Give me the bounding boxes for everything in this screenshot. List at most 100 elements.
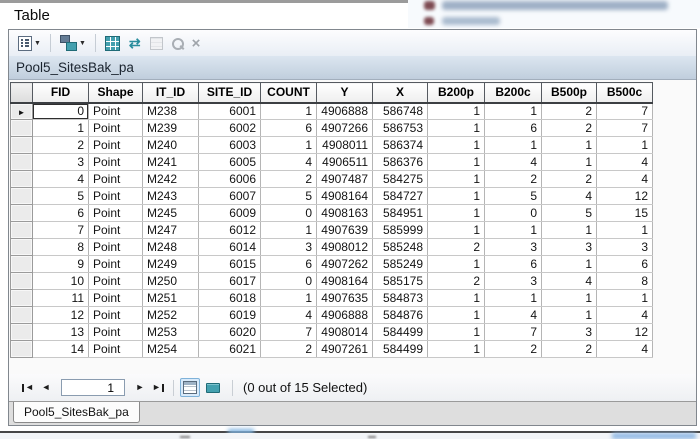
column-header-b500p[interactable]: B500p bbox=[541, 82, 597, 104]
cell[interactable]: 4 bbox=[260, 153, 317, 171]
cell[interactable]: Point bbox=[88, 119, 143, 137]
cell[interactable]: 12 bbox=[596, 187, 653, 205]
switch-selection-button[interactable]: ⇄ bbox=[126, 34, 144, 52]
related-tables-button[interactable]: ▼ bbox=[57, 33, 89, 53]
cell[interactable]: 2 bbox=[541, 102, 597, 120]
cell[interactable]: 6018 bbox=[198, 289, 261, 307]
cell[interactable]: 585175 bbox=[372, 272, 428, 290]
cell[interactable]: 4907262 bbox=[316, 255, 373, 273]
cell[interactable]: 6021 bbox=[198, 340, 261, 358]
cell[interactable]: M242 bbox=[142, 170, 199, 188]
cell[interactable]: 4 bbox=[596, 153, 653, 171]
cell[interactable]: 584873 bbox=[372, 289, 428, 307]
cell[interactable]: 1 bbox=[541, 306, 597, 324]
cell[interactable]: 1 bbox=[484, 289, 542, 307]
cell[interactable]: 12 bbox=[32, 306, 89, 324]
cell[interactable]: 4906511 bbox=[316, 153, 373, 171]
column-header-count[interactable]: COUNT bbox=[260, 82, 317, 104]
cell[interactable]: 6001 bbox=[198, 102, 261, 120]
cell[interactable]: 9 bbox=[32, 255, 89, 273]
cell[interactable]: 586748 bbox=[372, 102, 428, 120]
row-selector[interactable]: ► bbox=[10, 102, 33, 120]
cell[interactable]: M245 bbox=[142, 204, 199, 222]
cell[interactable]: 2 bbox=[484, 340, 542, 358]
cell[interactable]: 584951 bbox=[372, 204, 428, 222]
cell[interactable]: 7 bbox=[596, 102, 653, 120]
cell[interactable]: 4906888 bbox=[316, 306, 373, 324]
cell[interactable]: Point bbox=[88, 289, 143, 307]
row-selector[interactable] bbox=[10, 136, 33, 154]
cell[interactable]: 1 bbox=[596, 136, 653, 154]
cell[interactable]: 6007 bbox=[198, 187, 261, 205]
cell[interactable]: M250 bbox=[142, 272, 199, 290]
cell[interactable]: 4907266 bbox=[316, 119, 373, 137]
cell[interactable]: 0 bbox=[484, 204, 542, 222]
cell[interactable]: 4908164 bbox=[316, 187, 373, 205]
cell[interactable]: 6 bbox=[32, 204, 89, 222]
show-selected-records-button[interactable] bbox=[204, 381, 222, 395]
cell[interactable]: 1 bbox=[427, 255, 485, 273]
cell[interactable]: 584275 bbox=[372, 170, 428, 188]
cell[interactable]: 1 bbox=[596, 221, 653, 239]
cell[interactable]: 1 bbox=[541, 153, 597, 171]
cell[interactable]: 584727 bbox=[372, 187, 428, 205]
row-selector[interactable] bbox=[10, 119, 33, 137]
cell[interactable]: 2 bbox=[541, 119, 597, 137]
cell[interactable]: Point bbox=[88, 306, 143, 324]
column-header-fid[interactable]: FID bbox=[32, 82, 89, 104]
row-selector[interactable] bbox=[10, 153, 33, 171]
row-selector[interactable] bbox=[10, 289, 33, 307]
cell[interactable]: 5 bbox=[32, 187, 89, 205]
cell[interactable]: 585249 bbox=[372, 255, 428, 273]
cell[interactable]: 4 bbox=[596, 170, 653, 188]
cell[interactable]: 13 bbox=[32, 323, 89, 341]
cell[interactable]: 1 bbox=[427, 187, 485, 205]
cell[interactable]: 7 bbox=[484, 323, 542, 341]
zoom-to-selected-button[interactable] bbox=[169, 36, 186, 51]
cell[interactable]: 3 bbox=[484, 272, 542, 290]
cell[interactable]: Point bbox=[88, 238, 143, 256]
cell[interactable]: 6015 bbox=[198, 255, 261, 273]
cell[interactable]: 3 bbox=[596, 238, 653, 256]
cell[interactable]: 1 bbox=[541, 255, 597, 273]
cell[interactable]: 8 bbox=[596, 272, 653, 290]
last-record-button[interactable]: ► bbox=[149, 380, 167, 396]
clear-selection-button[interactable] bbox=[147, 35, 166, 52]
cell[interactable]: 6019 bbox=[198, 306, 261, 324]
show-all-records-button[interactable] bbox=[180, 378, 200, 397]
cell[interactable]: 5 bbox=[541, 204, 597, 222]
select-related-records-button[interactable] bbox=[102, 34, 123, 53]
cell[interactable]: 6009 bbox=[198, 204, 261, 222]
cell[interactable]: M248 bbox=[142, 238, 199, 256]
cell[interactable]: 1 bbox=[484, 136, 542, 154]
table-options-button[interactable]: ▼ bbox=[15, 34, 44, 53]
cell[interactable]: 586753 bbox=[372, 119, 428, 137]
cell[interactable]: 1 bbox=[484, 221, 542, 239]
cell[interactable]: Point bbox=[88, 340, 143, 358]
cell[interactable]: 584876 bbox=[372, 306, 428, 324]
cell[interactable]: 584499 bbox=[372, 323, 428, 341]
previous-record-button[interactable]: ◄ bbox=[37, 380, 55, 396]
cell[interactable]: 1 bbox=[541, 136, 597, 154]
cell[interactable]: 2 bbox=[541, 170, 597, 188]
row-selector[interactable] bbox=[10, 238, 33, 256]
cell[interactable]: M254 bbox=[142, 340, 199, 358]
cell[interactable]: 3 bbox=[260, 238, 317, 256]
cell[interactable]: 6 bbox=[484, 255, 542, 273]
cell[interactable]: 1 bbox=[541, 289, 597, 307]
cell[interactable]: 1 bbox=[427, 323, 485, 341]
cell[interactable]: 1 bbox=[427, 102, 485, 120]
cell[interactable]: Point bbox=[88, 221, 143, 239]
cell[interactable]: 1 bbox=[427, 306, 485, 324]
cell[interactable]: 2 bbox=[427, 272, 485, 290]
cell[interactable]: 1 bbox=[427, 170, 485, 188]
cell[interactable]: 2 bbox=[260, 340, 317, 358]
cell[interactable]: 4908011 bbox=[316, 136, 373, 154]
cell[interactable]: 1 bbox=[596, 289, 653, 307]
cell[interactable]: 1 bbox=[427, 221, 485, 239]
cell[interactable]: 1 bbox=[260, 221, 317, 239]
cell[interactable]: 6020 bbox=[198, 323, 261, 341]
cell[interactable]: M240 bbox=[142, 136, 199, 154]
sheet-tab[interactable]: Pool5_SitesBak_pa bbox=[13, 402, 140, 423]
cell[interactable]: 1 bbox=[427, 204, 485, 222]
